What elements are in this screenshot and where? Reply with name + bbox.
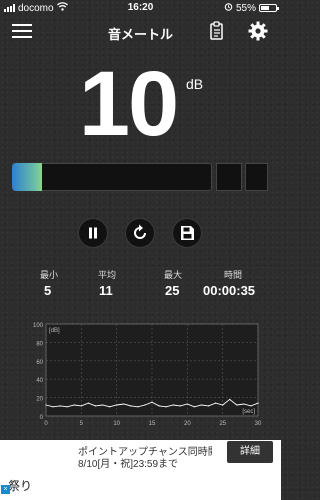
chart-y-tick-label: 20 [36,397,43,403]
stat-avg-label: 平均 [98,270,117,280]
chart-data-point [158,405,160,407]
chart-data-point [179,405,181,407]
chart-y-tick-label: 60 [36,360,43,366]
level-meter [12,163,268,191]
chart-data-point [52,406,54,408]
chart-data-point [59,405,61,407]
alarm-icon [224,2,233,14]
chart-x-tick-label: 5 [80,421,84,427]
meter-segment-high [216,163,242,191]
chart-data-point [116,404,118,406]
chart-data-point [250,405,252,407]
ad-side-text: 祭り [8,479,33,493]
stat-max-label: 最大 [164,270,183,280]
chart-data-point [66,406,68,408]
chart-data-point [200,404,203,406]
stat-max-value: 25 [165,283,180,298]
battery-icon [259,4,279,12]
meter-fill [12,163,42,191]
chart-data-point [73,404,75,406]
chart-x-tick-label: 0 [44,421,48,427]
chart-y-tick-label: 80 [36,341,43,347]
chart-x-tick-label: 15 [149,421,156,427]
pause-icon [89,227,97,239]
meter-segment-peak [245,163,268,191]
page-title: 音メートル [107,27,173,42]
chart-data-point [144,404,146,406]
ad-subline: 8/10[月・祝]23:59まで [78,459,179,470]
chart-data-point [257,402,259,404]
chart-y-tick-label: 0 [40,415,44,421]
chart-x-tick-label: 10 [113,421,120,427]
chart-data-point [236,404,238,406]
status-right: 55% [224,2,279,14]
chart-data-point [137,406,139,408]
reset-button[interactable] [126,219,154,247]
stat-time-label: 時間 [224,270,243,280]
chart-data-point [186,403,188,405]
stat-time-value: 00:00:35 [203,283,256,298]
ad-close-icon[interactable]: × [1,485,10,494]
chart-data-point [165,406,167,408]
ad-detail-button[interactable]: 詳細 [227,441,273,463]
chart-data-point [151,401,153,403]
chart-data-point [101,404,104,406]
stat-avg-value: 11 [99,283,113,298]
chart-x-tick-label: 20 [184,421,191,427]
decibel-history-chart: 0 20 40 60 80 100 0 5 10 15 20 25 30 [dB] [sec] [28,318,266,436]
chart-y-tick-label: 40 [36,378,43,384]
chart-data-point [222,404,224,406]
chart-data-point [94,405,97,407]
chart-data-point [87,402,89,404]
chart-data-point [172,404,174,406]
battery-percent: 55% [235,2,256,14]
decibel-reading: 10 [78,53,179,155]
status-bar: docomo 16:20 55% [0,0,281,16]
floppy-save-icon [181,226,194,240]
chart-data-point [229,398,231,401]
stat-min-value: 5 [44,283,52,298]
chart-data-point [207,405,210,407]
gear-icon[interactable] [248,21,268,41]
chart-data-point [45,404,47,406]
chart-data-point [193,406,195,408]
nav-bar: 音メートル [0,16,281,46]
chart-data-point [215,402,217,404]
save-button[interactable] [173,219,201,247]
pause-button[interactable] [79,219,107,247]
chart-x-tick-label: 25 [219,421,226,427]
chart-data-point [243,403,245,405]
meter-track [12,163,212,191]
chart-data-point [80,405,82,407]
chart-data-point [130,405,132,407]
stat-min-label: 最小 [40,270,59,280]
history-document-icon[interactable] [208,21,226,41]
chart-x-tick-label: 30 [255,421,262,427]
chart-x-axis-label: [sec] [242,409,255,415]
chart-data-point [123,403,125,405]
chart-y-axis-label: [dB] [49,328,60,334]
decibel-unit: dB [186,76,204,92]
refresh-icon [134,224,146,239]
chart-y-tick-label: 100 [33,323,44,329]
chart-data-point [109,406,111,408]
